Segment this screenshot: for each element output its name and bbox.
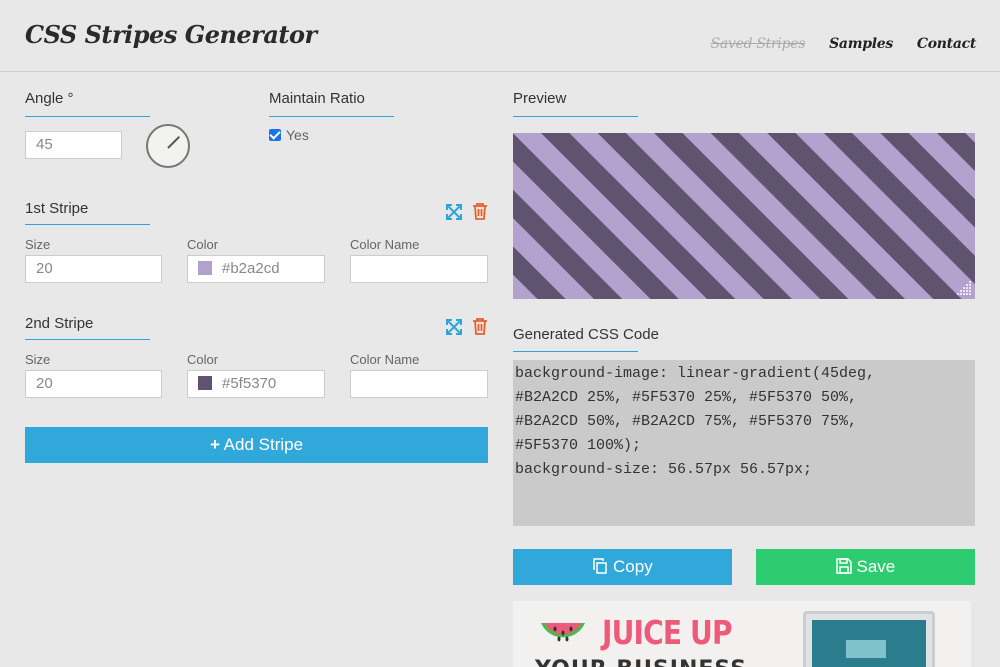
css-code-output[interactable]: background-image: linear-gradient(45deg,… xyxy=(513,360,975,526)
angle-dial[interactable] xyxy=(146,124,190,168)
stripe-preview xyxy=(513,133,975,299)
copy-icon xyxy=(593,558,608,574)
nav-saved-stripes[interactable]: Saved Stripes xyxy=(711,36,806,52)
angle-dial-needle xyxy=(167,135,181,149)
stripe1-name-input[interactable] xyxy=(350,255,488,283)
save-button[interactable]: Save xyxy=(756,549,975,585)
trash-icon[interactable] xyxy=(471,317,489,335)
angle-label: Angle ° xyxy=(25,90,74,107)
stripe1-color-input[interactable]: #b2a2cd xyxy=(187,255,325,283)
stripe1-size-label: Size xyxy=(25,237,51,252)
add-stripe-label: Add Stripe xyxy=(223,435,304,454)
ratio-option-label: Yes xyxy=(286,127,309,143)
ratio-checkbox[interactable] xyxy=(269,129,281,141)
angle-underline xyxy=(25,116,150,117)
app-title: CSS Stripes Generator xyxy=(25,20,317,49)
header: CSS Stripes Generator Saved Stripes Samp… xyxy=(0,0,1000,72)
stripe2-color-input[interactable]: #5f5370 xyxy=(187,370,325,398)
floppy-disk-icon xyxy=(836,558,852,574)
stripe2-size-input[interactable]: 20 xyxy=(25,370,162,398)
stripe1-color-value: #b2a2cd xyxy=(222,260,280,277)
copy-label: Copy xyxy=(613,557,653,576)
expand-icon[interactable] xyxy=(445,203,463,221)
ratio-underline xyxy=(269,116,394,117)
color-swatch xyxy=(198,261,212,275)
top-nav: Saved Stripes Samples Contact xyxy=(711,36,977,52)
stripe2-color-value: #5f5370 xyxy=(222,375,277,392)
watermelon-icon xyxy=(541,623,585,642)
stripe1-size-input[interactable]: 20 xyxy=(25,255,162,283)
stripe2-color-label: Color xyxy=(187,352,219,367)
color-swatch xyxy=(198,376,212,390)
stripe1-name-label: Color Name xyxy=(350,237,420,252)
stripe1-title: 1st Stripe xyxy=(25,200,89,217)
preview-underline xyxy=(513,116,638,117)
ratio-label: Maintain Ratio xyxy=(269,90,365,107)
stripe1-underline xyxy=(25,224,150,225)
nav-contact[interactable]: Contact xyxy=(917,36,976,52)
code-underline xyxy=(513,351,638,352)
expand-icon[interactable] xyxy=(445,318,463,336)
stripe2-title: 2nd Stripe xyxy=(25,315,94,332)
stripe2-name-input[interactable] xyxy=(350,370,488,398)
ad-laptop-image xyxy=(803,611,935,667)
plus-icon: + xyxy=(209,435,220,454)
ad-headline: JUICE UP xyxy=(602,613,733,652)
save-label: Save xyxy=(856,557,896,576)
angle-input[interactable]: 45 xyxy=(25,131,122,159)
code-label: Generated CSS Code xyxy=(513,326,659,343)
ad-subline: YOUR BUSINESS xyxy=(535,657,747,667)
preview-label: Preview xyxy=(513,90,567,107)
advertisement-banner[interactable]: JUICE UP YOUR BUSINESS xyxy=(513,601,971,667)
copy-button[interactable]: Copy xyxy=(513,549,732,585)
resize-grip-icon[interactable] xyxy=(956,280,972,296)
stripe1-color-label: Color xyxy=(187,237,219,252)
stripe2-size-label: Size xyxy=(25,352,51,367)
nav-samples[interactable]: Samples xyxy=(829,36,893,52)
trash-icon[interactable] xyxy=(471,202,489,220)
stripe2-name-label: Color Name xyxy=(350,352,420,367)
add-stripe-button[interactable]: + Add Stripe xyxy=(25,427,488,463)
stripe2-underline xyxy=(25,339,150,340)
